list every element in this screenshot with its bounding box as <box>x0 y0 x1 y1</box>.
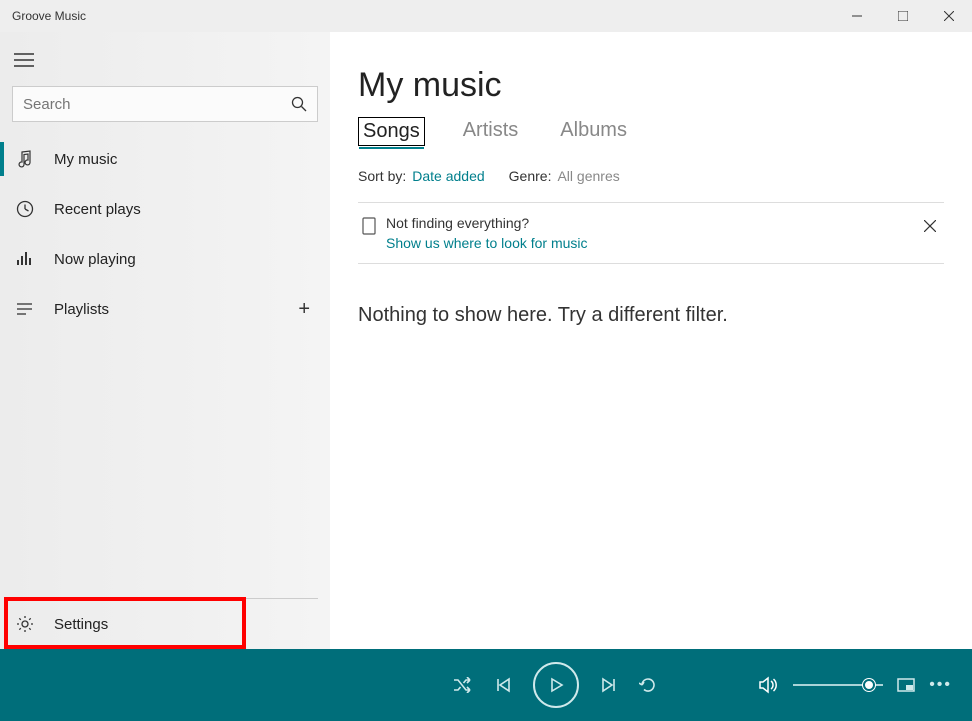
more-button[interactable]: ••• <box>929 676 952 694</box>
info-banner: Not finding everything? Show us where to… <box>358 202 944 264</box>
sidebar: My music Recent plays Now playing Playli… <box>0 32 330 649</box>
hamburger-button[interactable] <box>0 40 48 80</box>
tab-songs[interactable]: Songs <box>358 117 425 146</box>
play-button[interactable] <box>533 662 579 708</box>
previous-button[interactable] <box>495 677 511 693</box>
sidebar-item-label: Now playing <box>54 251 330 268</box>
sidebar-item-label: Recent plays <box>54 201 330 218</box>
shuffle-button[interactable] <box>453 677 473 693</box>
genre-label: Genre: <box>509 168 552 184</box>
banner-close-button[interactable] <box>920 215 940 241</box>
search-icon[interactable] <box>291 96 307 112</box>
genre-value[interactable]: All genres <box>557 168 619 184</box>
volume-button[interactable] <box>759 676 779 694</box>
tabs: Songs Artists Albums <box>358 117 944 146</box>
sidebar-item-recent-plays[interactable]: Recent plays <box>0 184 330 234</box>
music-note-icon <box>16 150 34 168</box>
close-button[interactable] <box>926 0 972 32</box>
gear-icon <box>16 615 34 633</box>
sidebar-item-settings[interactable]: Settings <box>0 599 330 649</box>
volume-slider[interactable] <box>793 684 883 686</box>
sidebar-item-my-music[interactable]: My music <box>0 134 330 184</box>
banner-line1: Not finding everything? <box>386 215 910 231</box>
sort-by-value[interactable]: Date added <box>412 168 484 184</box>
sidebar-item-label: Playlists <box>54 301 298 318</box>
empty-message: Nothing to show here. Try a different fi… <box>358 304 944 327</box>
add-playlist-icon[interactable]: + <box>298 298 310 321</box>
playlist-icon <box>16 300 34 318</box>
page-title: My music <box>358 66 944 105</box>
minimize-button[interactable] <box>834 0 880 32</box>
clock-icon <box>16 200 34 218</box>
banner-link[interactable]: Show us where to look for music <box>386 235 910 251</box>
search-input[interactable] <box>23 96 291 113</box>
tab-albums[interactable]: Albums <box>556 117 631 146</box>
miniplayer-button[interactable] <box>897 678 915 692</box>
titlebar: Groove Music <box>0 0 972 32</box>
sidebar-item-label: My music <box>54 151 330 168</box>
window-title: Groove Music <box>12 9 834 23</box>
maximize-button[interactable] <box>880 0 926 32</box>
volume-thumb[interactable] <box>863 679 875 691</box>
search-box[interactable] <box>12 86 318 122</box>
sidebar-item-now-playing[interactable]: Now playing <box>0 234 330 284</box>
repeat-button[interactable] <box>639 676 657 694</box>
player-bar: ••• <box>0 649 972 721</box>
equalizer-icon <box>16 250 34 268</box>
tab-artists[interactable]: Artists <box>459 117 523 146</box>
next-button[interactable] <box>601 677 617 693</box>
device-icon <box>362 217 376 235</box>
main-content: My music Songs Artists Albums Sort by: D… <box>330 32 972 649</box>
sidebar-item-playlists[interactable]: Playlists + <box>0 284 330 334</box>
filter-bar: Sort by: Date added Genre: All genres <box>358 168 944 184</box>
sidebar-item-label: Settings <box>54 616 330 633</box>
sort-by-label: Sort by: <box>358 168 406 184</box>
